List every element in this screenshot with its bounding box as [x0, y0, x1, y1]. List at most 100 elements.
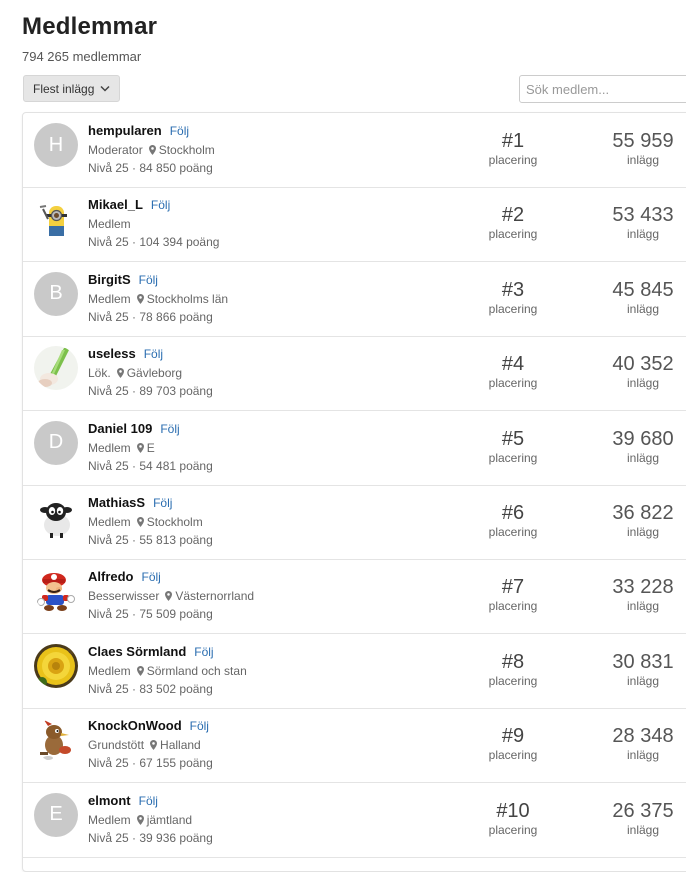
avatar[interactable]: H [34, 123, 78, 167]
separator: · [128, 161, 140, 175]
avatar[interactable] [34, 495, 78, 539]
avatar-letter: H [48, 133, 64, 156]
posts-block: 26 375 inlägg [593, 799, 686, 837]
rank-block: #6 placering [463, 501, 563, 539]
posts-count: 55 959 [612, 130, 674, 152]
member-name[interactable]: BirgitS [88, 272, 131, 287]
member-role: Medlem [88, 291, 131, 306]
member-name[interactable]: Daniel 109 [88, 421, 152, 436]
member-count: 794 265 medlemmar [22, 49, 142, 64]
member-location: Stockholm [158, 143, 215, 157]
member-level: Nivå 25 [88, 756, 129, 771]
rank-number: #7 [501, 576, 525, 599]
posts-count: 36 822 [612, 502, 674, 524]
posts-count: 28 348 [612, 725, 674, 748]
rank-block: #8 placering [463, 650, 563, 688]
avatar[interactable]: E [34, 792, 78, 837]
posts-block: 53 433 inlägg [593, 203, 686, 241]
avatar[interactable] [34, 197, 78, 242]
avatar[interactable] [34, 718, 78, 763]
follow-button[interactable]: Följ [139, 794, 158, 808]
avatar[interactable] [34, 346, 78, 391]
follow-button[interactable]: Följ [170, 124, 189, 138]
member-row: Alfredo Följ Besserwisser Västernorrland … [23, 559, 686, 635]
member-name[interactable]: elmont [88, 793, 131, 808]
member-role: Medlem [88, 515, 131, 529]
member-name[interactable]: hempularen [88, 123, 162, 138]
posts-label: inlägg [626, 376, 660, 391]
member-info: KnockOnWood Följ Grundstött Halland Nivå … [88, 718, 408, 771]
sort-dropdown-button[interactable]: Flest inlägg [23, 75, 120, 102]
posts-label: inlägg [626, 301, 660, 316]
member-info: elmont Följ Medlem jämtland Nivå 25 · 39 … [88, 793, 408, 846]
rank-number: #6 [501, 502, 525, 524]
posts-count: 30 831 [612, 650, 674, 673]
member-role: Medlem [88, 663, 131, 678]
follow-button[interactable]: Följ [190, 719, 209, 733]
member-name[interactable]: MathiasS [88, 495, 145, 510]
location-pin-icon [136, 814, 144, 825]
rank-number: #4 [501, 353, 525, 376]
posts-count: 33 228 [612, 576, 674, 599]
member-name[interactable]: KnockOnWood [88, 718, 182, 733]
avatar[interactable]: D [34, 420, 78, 465]
posts-count: 26 375 [612, 799, 674, 822]
search-input[interactable] [519, 75, 686, 103]
posts-label: inlägg [626, 153, 660, 167]
member-location: jämtland [146, 812, 193, 827]
avatar[interactable] [34, 569, 78, 614]
follow-button[interactable]: Följ [194, 645, 213, 659]
member-list: H hempularen Följ Moderator Stockholm Niv… [22, 112, 686, 872]
location-pin-icon [116, 368, 124, 379]
member-location: Västernorrland [175, 589, 255, 604]
posts-label: inlägg [626, 599, 660, 614]
sort-label: Flest inlägg [33, 81, 95, 96]
follow-button[interactable]: Följ [153, 496, 172, 510]
avatar-letter: B [49, 282, 63, 305]
rank-number: #1 [501, 130, 525, 152]
avatar[interactable] [34, 643, 78, 688]
member-row: Claes Sörmland Följ Medlem Sörmland och s… [23, 634, 686, 709]
member-location: Gävleborg [126, 366, 183, 381]
follow-button[interactable]: Följ [160, 422, 179, 436]
follow-button[interactable]: Följ [151, 198, 170, 212]
rank-label: placering [488, 227, 538, 242]
follow-button[interactable]: Följ [142, 570, 161, 584]
posts-block: 28 348 inlägg [593, 724, 686, 762]
posts-label: inlägg [626, 822, 660, 837]
member-level: Nivå 25 [88, 533, 129, 547]
member-name[interactable]: useless [88, 346, 136, 361]
posts-label: inlägg [626, 227, 660, 242]
rank-label: placering [488, 153, 538, 167]
rank-number: #5 [501, 427, 525, 450]
posts-block: 45 845 inlägg [593, 278, 686, 316]
member-info: Mikael_L Följ Medlem Nivå 25 · 104 394 p… [88, 197, 408, 250]
member-level: Nivå 25 [88, 309, 129, 324]
member-info: Alfredo Följ Besserwisser Västernorrland … [88, 569, 408, 622]
member-points: 78 866 poäng [139, 309, 213, 324]
member-name[interactable]: Alfredo [88, 569, 134, 584]
follow-button[interactable]: Följ [144, 347, 163, 361]
rank-number: #3 [501, 278, 525, 301]
rank-label: placering [488, 376, 538, 391]
member-row: MathiasS Följ Medlem Stockholm Nivå 25 · … [23, 485, 686, 560]
posts-block: 40 352 inlägg [593, 352, 686, 390]
member-location: Stockholms län [146, 291, 229, 306]
posts-label: inlägg [626, 450, 660, 465]
member-name[interactable]: Mikael_L [88, 197, 143, 212]
flower-icon [34, 643, 78, 688]
separator: · [128, 384, 140, 399]
separator: · [128, 756, 140, 771]
follow-button[interactable]: Följ [139, 273, 158, 287]
location-pin-icon [136, 442, 144, 453]
member-role: Medlem [88, 440, 131, 455]
avatar[interactable]: B [34, 271, 78, 316]
rank-block: #4 placering [463, 352, 563, 390]
member-name[interactable]: Claes Sörmland [88, 644, 186, 659]
posts-count: 53 433 [612, 204, 674, 227]
member-points: 104 394 poäng [139, 235, 220, 250]
member-role: Besserwisser [88, 589, 160, 604]
rank-label: placering [488, 822, 538, 837]
rank-number: #8 [501, 650, 525, 673]
woodpecker-icon [34, 718, 78, 763]
